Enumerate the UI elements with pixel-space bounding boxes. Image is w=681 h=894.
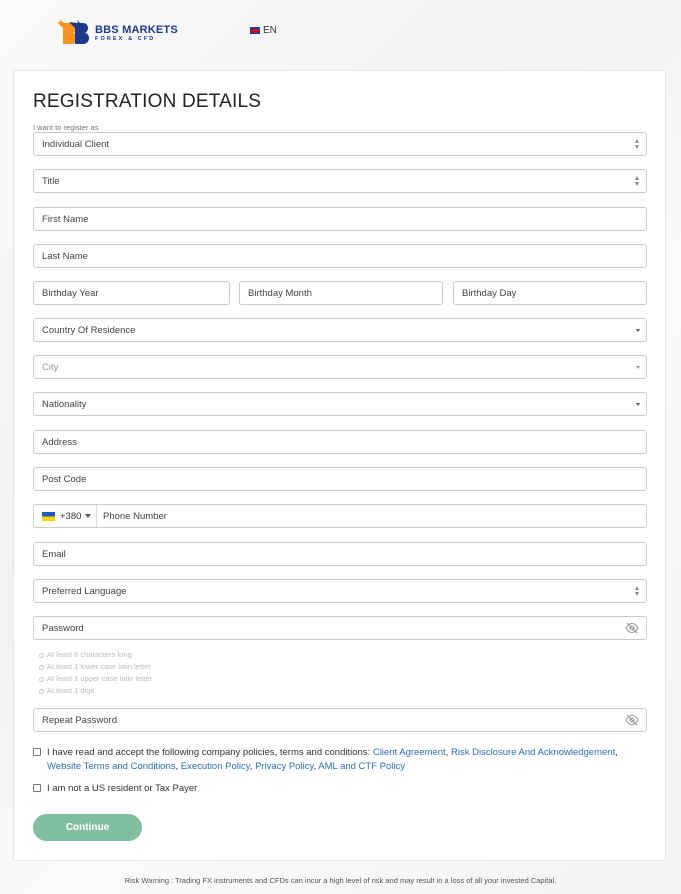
birthday-day-placeholder: Birthday Day xyxy=(462,287,517,299)
select-arrows-icon xyxy=(635,586,640,597)
privacy-policy-link[interactable]: Privacy Policy xyxy=(255,761,313,772)
us-resident-label: I am not a US resident or Tax Payer xyxy=(47,783,198,794)
language-selector[interactable]: EN xyxy=(250,25,277,36)
password-input[interactable]: Password xyxy=(33,616,647,640)
birthday-month-select[interactable]: Birthday Month xyxy=(239,281,443,305)
register-as-label: I want to register as xyxy=(33,123,99,132)
policies-consent: I have read and accept the following com… xyxy=(33,746,647,774)
email-placeholder: Email xyxy=(42,548,66,560)
register-as-select[interactable]: Individual Client xyxy=(33,132,647,156)
eye-off-icon[interactable] xyxy=(625,714,639,726)
uk-flag-icon xyxy=(250,27,260,34)
phone-country-code[interactable]: +380 xyxy=(60,511,81,522)
continue-button[interactable]: Continue xyxy=(33,814,142,841)
email-input[interactable]: Email xyxy=(33,542,647,566)
ukraine-flag-icon[interactable] xyxy=(42,511,55,521)
chevron-down-icon[interactable] xyxy=(85,514,92,518)
address-input[interactable]: Address xyxy=(33,430,647,454)
password-hint: At least 1 digit xyxy=(39,685,152,697)
preferred-language-placeholder: Preferred Language xyxy=(42,585,127,597)
registration-card: REGISTRATION DETAILS I want to register … xyxy=(13,70,666,861)
policies-checkbox[interactable] xyxy=(33,748,41,756)
password-hint: At least 8 characters long xyxy=(39,649,152,661)
birthday-year-placeholder: Birthday Year xyxy=(42,287,99,299)
register-as-value: Individual Client xyxy=(42,138,110,150)
first-name-placeholder: First Name xyxy=(42,213,89,225)
us-resident-consent: I am not a US resident or Tax Payer xyxy=(33,782,647,796)
risk-disclosure-link[interactable]: Risk Disclosure And Acknowledgement xyxy=(451,747,615,758)
title-select[interactable]: Title xyxy=(33,169,647,193)
address-placeholder: Address xyxy=(42,436,77,448)
aml-policy-link[interactable]: AML and CTF Policy xyxy=(318,761,405,772)
brand-name: BBS MARKETS xyxy=(95,23,178,36)
chevron-down-icon xyxy=(636,366,640,369)
country-select[interactable]: Country Of Residence xyxy=(33,318,647,342)
repeat-password-input[interactable]: Repeat Password xyxy=(33,708,647,732)
birthday-month-placeholder: Birthday Month xyxy=(248,287,312,299)
risk-warning: Risk Warning : Trading FX instruments an… xyxy=(124,876,557,885)
phone-number-input[interactable]: Phone Number xyxy=(103,511,167,522)
nationality-select[interactable]: Nationality xyxy=(33,392,647,416)
brand-tagline: FOREX & CFD xyxy=(95,35,156,42)
chevron-down-icon xyxy=(636,403,640,406)
us-resident-checkbox[interactable] xyxy=(33,784,41,792)
nationality-placeholder: Nationality xyxy=(42,398,87,410)
language-label: EN xyxy=(263,25,277,36)
repeat-password-placeholder: Repeat Password xyxy=(42,714,117,726)
brand-logo[interactable]: BBS MARKETS FOREX & CFD xyxy=(55,18,178,48)
city-placeholder: City xyxy=(42,361,59,373)
password-placeholder: Password xyxy=(42,622,84,634)
last-name-placeholder: Last Name xyxy=(42,250,88,262)
password-hint: At least 1 upper case latin letter xyxy=(39,673,152,685)
password-hint: At least 1 lower case latin letter xyxy=(39,661,152,673)
post-code-placeholder: Post Code xyxy=(42,473,87,485)
phone-divider xyxy=(96,505,97,527)
execution-policy-link[interactable]: Execution Policy xyxy=(181,761,250,772)
select-arrows-icon xyxy=(635,139,640,150)
policies-intro-text: I have read and accept the following com… xyxy=(47,747,373,758)
first-name-input[interactable]: First Name xyxy=(33,207,647,231)
bull-logo-icon xyxy=(57,19,89,44)
page-title: REGISTRATION DETAILS xyxy=(33,91,262,112)
post-code-input[interactable]: Post Code xyxy=(33,467,647,491)
last-name-input[interactable]: Last Name xyxy=(33,244,647,268)
title-select-placeholder: Title xyxy=(42,175,60,187)
select-arrows-icon xyxy=(635,176,640,187)
eye-off-icon[interactable] xyxy=(625,622,639,634)
phone-field: +380 Phone Number xyxy=(33,504,647,528)
website-terms-link[interactable]: Website Terms and Conditions xyxy=(47,761,176,772)
preferred-language-select[interactable]: Preferred Language xyxy=(33,579,647,603)
birthday-year-select[interactable]: Birthday Year xyxy=(33,281,230,305)
password-requirements: At least 8 characters long At least 1 lo… xyxy=(39,649,152,697)
chevron-down-icon xyxy=(636,329,640,332)
city-select[interactable]: City xyxy=(33,355,647,379)
client-agreement-link[interactable]: Client Agreement xyxy=(373,747,446,758)
birthday-day-select[interactable]: Birthday Day xyxy=(453,281,647,305)
country-placeholder: Country Of Residence xyxy=(42,324,136,336)
